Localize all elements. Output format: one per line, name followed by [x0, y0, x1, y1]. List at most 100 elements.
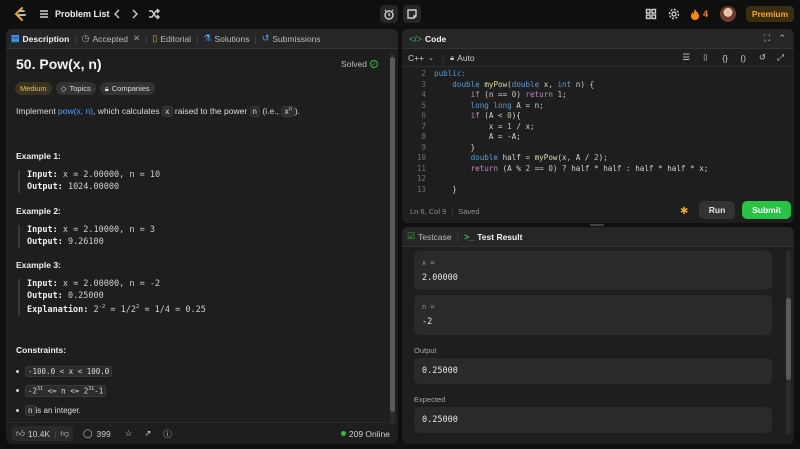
settings-gear-icon[interactable]: [668, 8, 680, 20]
tab-testcase[interactable]: ☑ Testcase: [402, 227, 457, 247]
code-line[interactable]: 13 }: [402, 185, 782, 196]
code-token: / x;: [511, 121, 535, 131]
desc-text: (i.e.,: [260, 106, 282, 116]
format-icon[interactable]: ☰: [682, 52, 690, 63]
tab-editorial[interactable]: ▯ Editorial: [147, 29, 196, 49]
expected-box: 0.25000: [414, 407, 772, 433]
bullet: [16, 409, 19, 412]
code-line[interactable]: 6 if (A < 0){: [402, 111, 782, 122]
tab-accepted-label: Accepted: [92, 33, 128, 44]
streak-counter[interactable]: 4: [690, 8, 708, 20]
code-line[interactable]: 5 long long A = n;: [402, 101, 782, 112]
logo-icon[interactable]: [12, 6, 28, 22]
notes-icon[interactable]: [403, 5, 421, 23]
code-token: double: [470, 153, 503, 162]
topics-tag[interactable]: ◇ Topics: [55, 82, 96, 95]
code-line[interactable]: 7 x = 1 / x;: [402, 122, 782, 133]
example-title: Example 2:: [16, 206, 61, 216]
expand-icon[interactable]: ⛶: [764, 33, 770, 44]
layout-grid-icon[interactable]: [645, 8, 657, 20]
constraint-chip: -231 <= n <= 231-1: [25, 385, 107, 397]
problem-list-link[interactable]: Problem List: [55, 9, 110, 19]
fullscreen-icon[interactable]: ⤢: [777, 52, 784, 63]
thumbs-down-icon[interactable]: 👎︎: [60, 428, 69, 439]
result-scrollbar[interactable]: [786, 250, 791, 435]
code-toolbar: C++ ⌄ | 🔒︎ Auto ☰ ⌷ {} () ↺ ⤢: [402, 49, 794, 67]
share-icon[interactable]: ↗: [144, 428, 151, 439]
thumbs-up-icon: 👍︎: [16, 428, 25, 438]
language-select[interactable]: C++ ⌄: [408, 53, 434, 63]
braces-icon[interactable]: {}: [722, 53, 728, 63]
code-token: int: [557, 79, 576, 89]
example-output: Output: 0.25000: [27, 291, 206, 303]
code-line[interactable]: 3 double myPow(double x, int n) {: [402, 80, 782, 91]
code-token: (x, A /: [557, 153, 595, 162]
run-button[interactable]: Run: [699, 201, 735, 219]
code-line[interactable]: 11 return (A % 2 == 0) ? half * half : h…: [402, 164, 782, 175]
line-number: 11: [416, 163, 426, 173]
problem-list-icon[interactable]: [38, 8, 50, 20]
auto-mode[interactable]: 🔒︎ Auto: [450, 53, 475, 63]
scrollbar-thumb[interactable]: [390, 57, 395, 412]
code-token: ) ? half * half : half * half * x;: [552, 163, 709, 173]
bullet: [16, 389, 19, 393]
scrollbar-thumb[interactable]: [786, 298, 791, 380]
submit-button[interactable]: Submit: [742, 201, 791, 219]
code-line[interactable]: 12: [402, 174, 782, 185]
line-number: 8: [421, 132, 426, 141]
expected-label: Expected: [414, 395, 446, 404]
code-editor[interactable]: 2 public: 3 double myPow(double x, int n) …: [402, 69, 794, 197]
example-title: Example 3:: [16, 260, 61, 270]
example-output: Output: 9.26100: [27, 237, 155, 249]
line-number: 4: [421, 90, 426, 99]
topics-label: Topics: [69, 84, 91, 93]
debug-icon[interactable]: ✱: [680, 206, 688, 217]
explanation-text: = 1/2: [105, 304, 137, 315]
tab-submissions[interactable]: ↺ Submissions: [257, 29, 326, 49]
code-token: A = n;: [516, 100, 544, 110]
shuffle-icon[interactable]: [148, 8, 160, 20]
reset-icon[interactable]: ↺: [759, 52, 766, 63]
streak-count: 4: [703, 9, 709, 19]
embed-icon[interactable]: (): [740, 53, 746, 63]
tab-test-result[interactable]: >_ Test Result: [459, 227, 527, 247]
bookmark-icon[interactable]: ⌷: [703, 52, 708, 63]
tab-description[interactable]: ▤ Description: [6, 29, 74, 49]
line-number: 3: [421, 79, 426, 89]
premium-button[interactable]: Premium: [746, 6, 794, 22]
code-line[interactable]: 2 public:: [402, 69, 782, 80]
resize-handle[interactable]: [590, 224, 604, 226]
description-footer: 👍︎ 10.4K | 👎︎ ◯ 399 ☆ ↗ ⓘ 209 Online: [6, 422, 398, 444]
cursor-position: Ln 6, Col 9: [410, 207, 447, 216]
code-line[interactable]: 9 }: [402, 143, 782, 154]
prev-problem-icon[interactable]: [111, 8, 123, 20]
code-line[interactable]: 8 A = -A;: [402, 132, 782, 143]
description-scrollbar[interactable]: [390, 53, 395, 425]
example-input: Input: x = 2.00000, n = 10: [27, 170, 160, 182]
close-tab-icon[interactable]: ✕: [133, 33, 140, 44]
like-divider: |: [54, 428, 57, 439]
user-avatar[interactable]: [720, 6, 736, 22]
comment-icon: ◯: [82, 428, 93, 438]
star-icon[interactable]: ☆: [125, 428, 133, 439]
tab-solutions[interactable]: ⚗ Solutions: [198, 29, 254, 49]
input-value-n: -2: [422, 317, 433, 327]
comments-button[interactable]: ◯ 399: [83, 428, 111, 439]
next-problem-icon[interactable]: [129, 8, 141, 20]
input-label: Input:: [27, 279, 58, 289]
code-line[interactable]: 10 double half = myPow(x, A / 2);: [402, 153, 782, 164]
companies-tag[interactable]: 🔒︎ Companies: [99, 82, 155, 95]
code-token: (n ==: [484, 90, 512, 99]
code-token: double: [511, 79, 544, 89]
code-chip: n: [249, 106, 261, 117]
timer-icon[interactable]: [380, 5, 398, 23]
code-line[interactable]: 4 if (n == 0) return 1;: [402, 90, 782, 101]
collapse-icon[interactable]: ⌃: [778, 33, 786, 44]
like-button[interactable]: 👍︎ 10.4K | 👎︎: [12, 426, 73, 441]
tab-accepted[interactable]: ◷ Accepted ✕: [77, 29, 145, 49]
pow-link[interactable]: pow(x, n): [58, 106, 93, 116]
help-icon[interactable]: ⓘ: [163, 428, 172, 440]
